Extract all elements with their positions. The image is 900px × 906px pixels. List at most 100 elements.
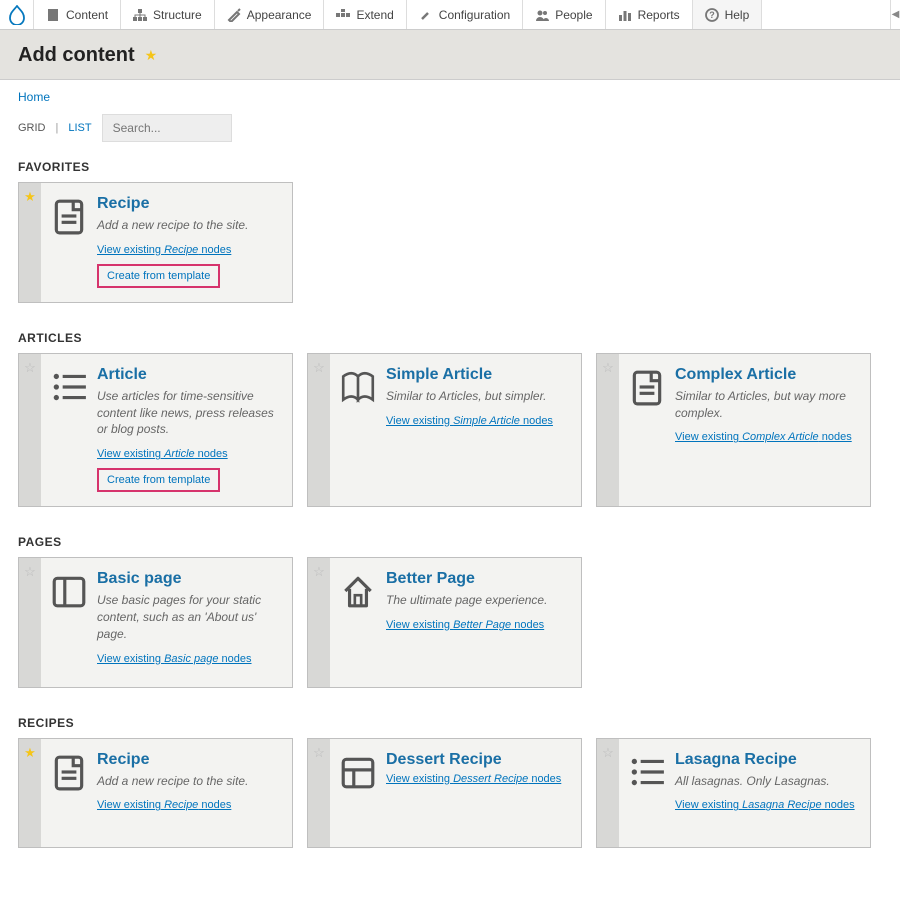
page-header: Add content ★ bbox=[0, 30, 900, 80]
card-grid: ★ Recipe Add a new recipe to the site. View… bbox=[18, 738, 882, 848]
card-title[interactable]: Dessert Recipe bbox=[386, 751, 569, 769]
card-description: Use basic pages for your static content,… bbox=[97, 592, 280, 642]
star-icon[interactable]: ☆ bbox=[24, 564, 36, 686]
card-title[interactable]: Article bbox=[97, 366, 280, 384]
panel-icon bbox=[41, 558, 97, 686]
card-body: Better Page The ultimate page experience.… bbox=[386, 558, 581, 686]
card-description: Use articles for time-sensitive content … bbox=[97, 388, 280, 438]
view-existing-link[interactable]: View existing Lasagna Recipe nodes bbox=[675, 799, 858, 811]
view-existing-link[interactable]: View existing Article nodes bbox=[97, 448, 280, 460]
drupal-logo[interactable] bbox=[0, 0, 34, 29]
card-title[interactable]: Better Page bbox=[386, 570, 569, 588]
toolbar-collapse[interactable]: ◀ bbox=[890, 0, 900, 29]
card-description: Similar to Articles, but simpler. bbox=[386, 388, 569, 405]
admin-toolbar: Content Structure Appearance Extend Conf… bbox=[0, 0, 900, 30]
view-existing-link[interactable]: View existing Simple Article nodes bbox=[386, 415, 569, 427]
toolbar-extend[interactable]: Extend bbox=[324, 0, 406, 29]
star-icon[interactable]: ☆ bbox=[313, 745, 325, 847]
card-body: Lasagna Recipe All lasagnas. Only Lasagna… bbox=[675, 739, 870, 847]
view-toggle: GRID | LIST bbox=[18, 114, 882, 142]
card-title[interactable]: Complex Article bbox=[675, 366, 858, 384]
card-description: Add a new recipe to the site. bbox=[97, 773, 280, 790]
card-title[interactable]: Lasagna Recipe bbox=[675, 751, 858, 769]
doc-icon bbox=[41, 739, 97, 847]
card-body: Article Use articles for time-sensitive c… bbox=[97, 354, 292, 506]
card-grid: ★ Recipe Add a new recipe to the site. View… bbox=[18, 182, 882, 303]
section-heading: ARTICLES bbox=[18, 331, 882, 345]
view-existing-link[interactable]: View existing Basic page nodes bbox=[97, 653, 280, 665]
content-type-card: ☆ Better Page The ultimate page experience… bbox=[307, 557, 582, 687]
page-title: Add content bbox=[18, 44, 135, 67]
card-body: Recipe Add a new recipe to the site. View … bbox=[97, 183, 292, 302]
star-icon[interactable]: ★ bbox=[24, 745, 36, 847]
file-icon bbox=[46, 8, 60, 22]
star-icon[interactable]: ☆ bbox=[602, 360, 614, 506]
people-icon bbox=[535, 8, 549, 22]
grid-icon bbox=[330, 739, 386, 847]
toolbar-reports[interactable]: Reports bbox=[606, 0, 693, 29]
doc-icon bbox=[41, 183, 97, 302]
view-existing-link[interactable]: View existing Dessert Recipe nodes bbox=[386, 773, 569, 785]
card-body: Recipe Add a new recipe to the site. View … bbox=[97, 739, 292, 847]
card-description: All lasagnas. Only Lasagnas. bbox=[675, 773, 858, 790]
card-body: Dessert Recipe View existing Dessert Reci… bbox=[386, 739, 581, 847]
content-type-card: ☆ Lasagna Recipe All lasagnas. Only Lasagn… bbox=[596, 738, 871, 848]
toolbar-configuration[interactable]: Configuration bbox=[407, 0, 523, 29]
book-icon bbox=[330, 354, 386, 506]
toolbar-label: Help bbox=[725, 8, 750, 22]
config-icon bbox=[419, 8, 433, 22]
star-icon[interactable]: ★ bbox=[24, 189, 36, 302]
card-grid: ☆ Article Use articles for time-sensitive … bbox=[18, 353, 882, 507]
content-type-card: ☆ Complex ArticleSimilar to Articles, but… bbox=[596, 353, 871, 507]
card-body: Basic page Use basic pages for your stati… bbox=[97, 558, 292, 686]
card-description: The ultimate page experience. bbox=[386, 592, 569, 609]
card-title[interactable]: Recipe bbox=[97, 751, 280, 769]
breadcrumb-home[interactable]: Home bbox=[18, 90, 50, 104]
star-icon[interactable]: ☆ bbox=[313, 564, 325, 686]
card-body: Simple Article Similar to Articles, but s… bbox=[386, 354, 581, 506]
toolbar-help[interactable]: ? Help bbox=[693, 0, 763, 29]
toolbar-label: Extend bbox=[356, 8, 393, 22]
content-type-card: ★ Recipe Add a new recipe to the site. View… bbox=[18, 738, 293, 848]
content-type-card: ☆ Dessert Recipe View existing Dessert Rec… bbox=[307, 738, 582, 848]
card-title[interactable]: Simple Article bbox=[386, 366, 569, 384]
card-body: Complex ArticleSimilar to Articles, but … bbox=[675, 354, 870, 506]
search-input[interactable] bbox=[102, 114, 232, 142]
toolbar-appearance[interactable]: Appearance bbox=[215, 0, 325, 29]
favorite-column: ★ bbox=[19, 739, 41, 847]
appearance-icon bbox=[227, 8, 241, 22]
toolbar-label: Configuration bbox=[439, 8, 510, 22]
card-title[interactable]: Basic page bbox=[97, 570, 280, 588]
card-description: Add a new recipe to the site. bbox=[97, 217, 280, 234]
view-existing-link[interactable]: View existing Recipe nodes bbox=[97, 799, 280, 811]
toolbar-people[interactable]: People bbox=[523, 0, 605, 29]
view-existing-link[interactable]: View existing Recipe nodes bbox=[97, 244, 280, 256]
toolbar-structure[interactable]: Structure bbox=[121, 0, 215, 29]
star-icon[interactable]: ☆ bbox=[24, 360, 36, 506]
card-title[interactable]: Recipe bbox=[97, 195, 280, 213]
list-icon bbox=[619, 739, 675, 847]
view-existing-link[interactable]: View existing Better Page nodes bbox=[386, 619, 569, 631]
doc-icon bbox=[619, 354, 675, 506]
content-type-card: ★ Recipe Add a new recipe to the site. View… bbox=[18, 182, 293, 303]
content-type-card: ☆ Article Use articles for time-sensitive … bbox=[18, 353, 293, 507]
view-list[interactable]: LIST bbox=[68, 122, 91, 134]
create-from-template-button[interactable]: Create from template bbox=[97, 264, 220, 288]
star-icon[interactable]: ☆ bbox=[313, 360, 325, 506]
toolbar-label: Reports bbox=[638, 8, 680, 22]
toolbar-content[interactable]: Content bbox=[34, 0, 121, 29]
star-icon[interactable]: ☆ bbox=[602, 745, 614, 847]
toolbar-label: Appearance bbox=[247, 8, 312, 22]
favorite-column: ★ bbox=[19, 183, 41, 302]
svg-text:?: ? bbox=[709, 10, 715, 20]
favorite-column: ☆ bbox=[308, 558, 330, 686]
content-type-card: ☆ Simple Article Similar to Articles, but … bbox=[307, 353, 582, 507]
section-heading: PAGES bbox=[18, 535, 882, 549]
toolbar-label: People bbox=[555, 8, 592, 22]
view-existing-link[interactable]: View existing Complex Article nodes bbox=[675, 431, 858, 443]
create-from-template-button[interactable]: Create from template bbox=[97, 468, 220, 492]
view-grid[interactable]: GRID bbox=[18, 122, 46, 134]
card-grid: ☆ Basic page Use basic pages for your stat… bbox=[18, 557, 882, 687]
toolbar-label: Content bbox=[66, 8, 108, 22]
star-icon[interactable]: ★ bbox=[145, 47, 158, 64]
